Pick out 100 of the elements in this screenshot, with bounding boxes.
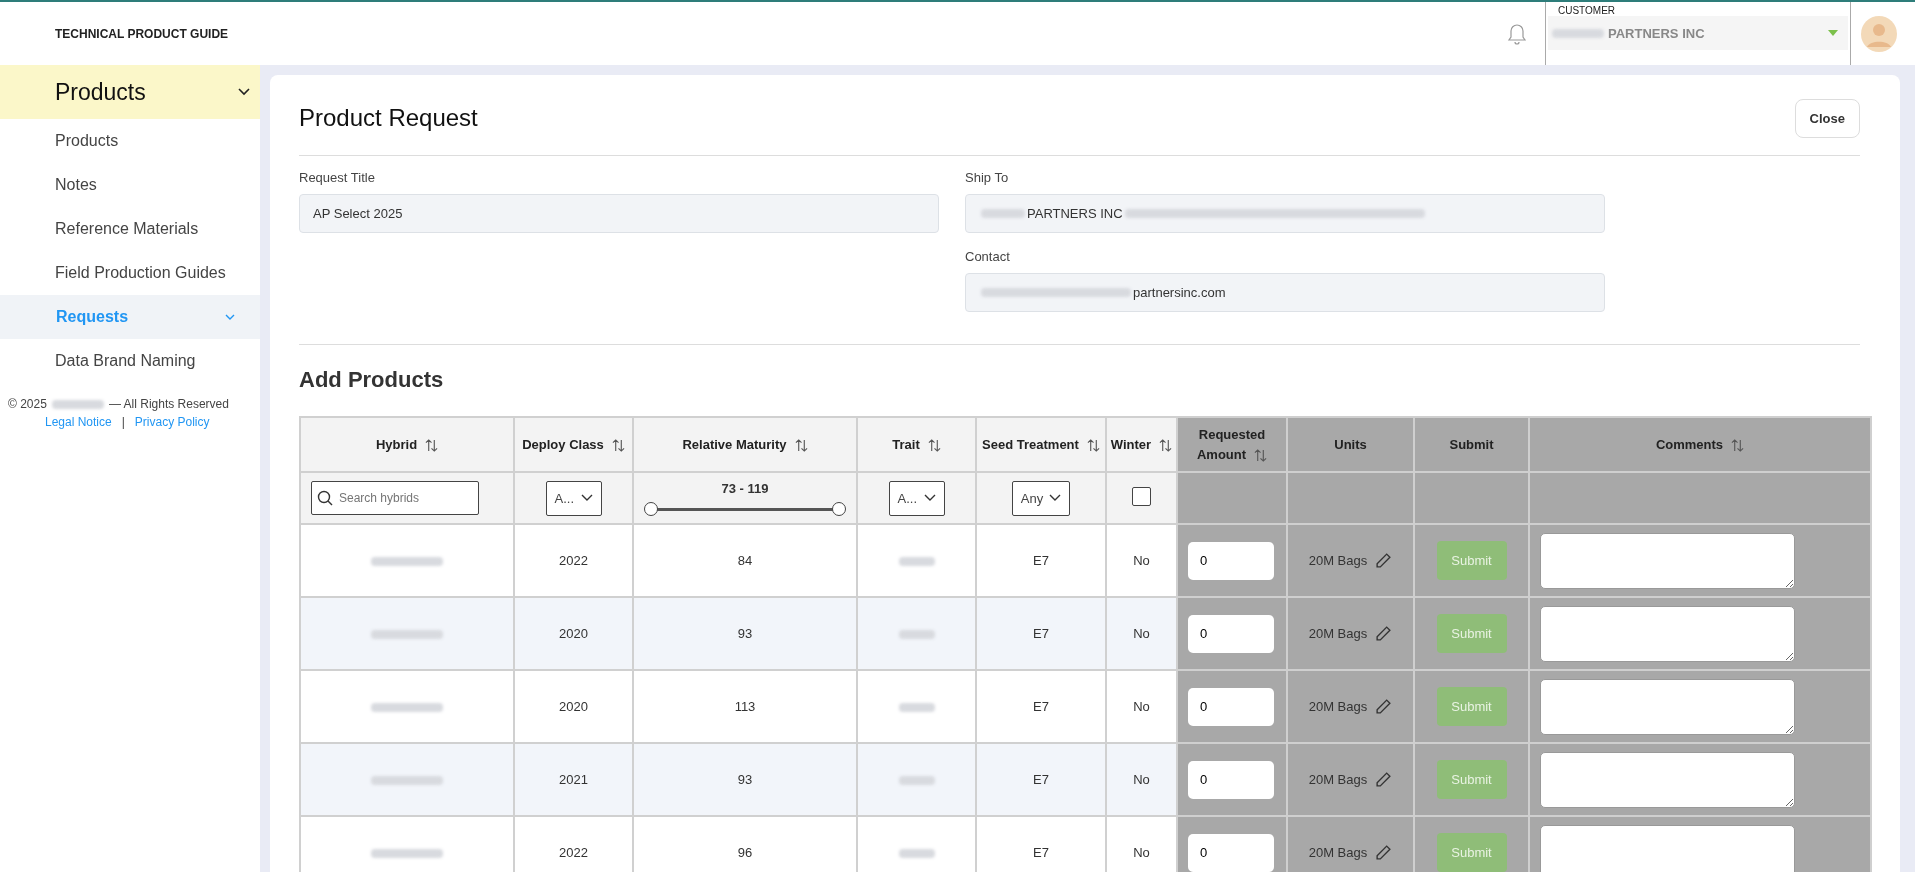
units-text: 20M Bags	[1308, 553, 1368, 568]
input-field[interactable]: PARTNERS INC	[965, 194, 1605, 233]
table-cell: No	[1133, 553, 1150, 568]
comment-field[interactable]	[1540, 751, 1795, 808]
units-text: 20M Bags	[1308, 845, 1368, 860]
chevron-down-icon	[1049, 494, 1062, 502]
copyright-text: © 2025	[8, 397, 47, 411]
dropdown-triangle-icon	[1828, 30, 1838, 36]
redacted-text	[51, 399, 104, 409]
column-header[interactable]: Winter	[1106, 417, 1177, 472]
filter-select[interactable]: A...	[888, 480, 945, 516]
table-cell: 2022	[559, 553, 588, 568]
table-cell: E7	[1033, 553, 1049, 568]
redacted-text	[371, 557, 443, 567]
sort-icon[interactable]	[1086, 438, 1100, 452]
filter-select[interactable]: Any	[1011, 480, 1071, 516]
input-field[interactable]: partnersinc.com	[965, 273, 1605, 312]
app-title: TECHNICAL PRODUCT GUIDE	[55, 26, 229, 41]
column-header[interactable]: Relative Maturity	[633, 417, 857, 472]
search-field[interactable]: Search hybrids	[311, 481, 479, 515]
table-cell: No	[1133, 772, 1150, 787]
sort-icon[interactable]	[1731, 438, 1745, 452]
chevron-down-icon	[580, 494, 593, 502]
field-label: Ship To	[965, 170, 1010, 185]
redacted-text	[371, 776, 443, 786]
table-cell: E7	[1033, 626, 1049, 641]
sort-icon[interactable]	[611, 438, 625, 452]
sidebar-section-header[interactable]: Products	[0, 65, 260, 119]
table-cell: E7	[1033, 699, 1049, 714]
table-cell: No	[1133, 845, 1150, 860]
amount-input[interactable]: 0	[1188, 760, 1274, 799]
column-header[interactable]: Comments	[1529, 417, 1871, 472]
copyright-text: — All Rights Reserved	[108, 397, 229, 411]
table-cell: 2020	[559, 699, 588, 714]
comment-field[interactable]	[1540, 605, 1795, 662]
table-cell: No	[1133, 699, 1150, 714]
table-cell: 96	[737, 845, 753, 860]
comment-field[interactable]	[1540, 532, 1795, 589]
column-header[interactable]: Deploy Class	[514, 417, 633, 472]
table-cell: 2021	[559, 772, 588, 787]
comment-field[interactable]	[1540, 824, 1795, 872]
column-header[interactable]: Requested Amount	[1177, 417, 1287, 472]
redacted-text	[898, 557, 935, 567]
redacted-text	[371, 630, 443, 640]
table-cell: 93	[737, 772, 753, 787]
redacted-text	[898, 630, 935, 640]
redacted-text	[1552, 28, 1604, 38]
close-button[interactable]: Close	[1794, 98, 1860, 138]
sidebar-item[interactable]: Data Brand Naming	[0, 339, 260, 383]
bell-icon[interactable]	[1507, 22, 1527, 45]
sidebar-item[interactable]: Reference Materials	[0, 207, 260, 251]
sidebar-item[interactable]: Field Production Guides	[0, 251, 260, 295]
pencil-icon[interactable]	[1375, 625, 1393, 642]
field-label: Contact	[965, 249, 1011, 264]
comment-field[interactable]	[1540, 678, 1795, 735]
redacted-text	[898, 849, 935, 859]
range-slider[interactable]	[644, 501, 846, 516]
sidebar-item[interactable]: Products	[0, 119, 260, 163]
sort-icon[interactable]	[1159, 438, 1173, 452]
sort-icon[interactable]	[927, 438, 941, 452]
amount-input[interactable]: 0	[1188, 614, 1274, 653]
table-cell: 2022	[559, 845, 588, 860]
field-label: Request Title	[299, 170, 376, 185]
amount-input[interactable]: 0	[1188, 541, 1274, 580]
pencil-icon[interactable]	[1375, 698, 1393, 715]
sort-icon[interactable]	[1254, 448, 1268, 462]
table-cell: 84	[737, 553, 753, 568]
redacted-text	[371, 849, 443, 859]
chevron-down-icon	[238, 88, 250, 96]
redacted-text	[371, 703, 443, 713]
units-text: 20M Bags	[1308, 699, 1368, 714]
column-header[interactable]: Units	[1287, 417, 1414, 472]
section-title: Add Products	[299, 367, 445, 393]
redacted-text	[898, 703, 935, 713]
page-title: Product Request	[299, 104, 478, 132]
amount-input[interactable]: 0	[1188, 687, 1274, 726]
sort-icon[interactable]	[425, 438, 439, 452]
pencil-icon[interactable]	[1375, 771, 1393, 788]
table-cell: 2020	[559, 626, 588, 641]
column-header[interactable]: Hybrid	[300, 417, 514, 472]
chevron-down-icon	[923, 494, 936, 502]
amount-input[interactable]: 0	[1188, 833, 1274, 872]
units-text: 20M Bags	[1308, 772, 1368, 787]
column-header[interactable]: Seed Treatment	[976, 417, 1106, 472]
filter-select[interactable]: A...	[545, 480, 602, 516]
sort-icon[interactable]	[794, 438, 808, 452]
checkbox[interactable]	[1132, 487, 1151, 506]
customer-label: CUSTOMER	[1558, 5, 1617, 16]
input-field[interactable]: AP Select 2025	[299, 194, 939, 233]
table-cell: No	[1133, 626, 1150, 641]
column-header[interactable]: Trait	[857, 417, 976, 472]
table-cell: 113	[734, 699, 756, 714]
column-header[interactable]: Submit	[1414, 417, 1529, 472]
search-icon	[317, 490, 333, 506]
redacted-text	[898, 776, 935, 786]
range-value: 73 - 119	[720, 480, 770, 496]
pencil-icon[interactable]	[1375, 844, 1393, 861]
table-cell: E7	[1033, 772, 1049, 787]
sidebar-item[interactable]: Notes	[0, 163, 260, 207]
pencil-icon[interactable]	[1375, 552, 1393, 569]
